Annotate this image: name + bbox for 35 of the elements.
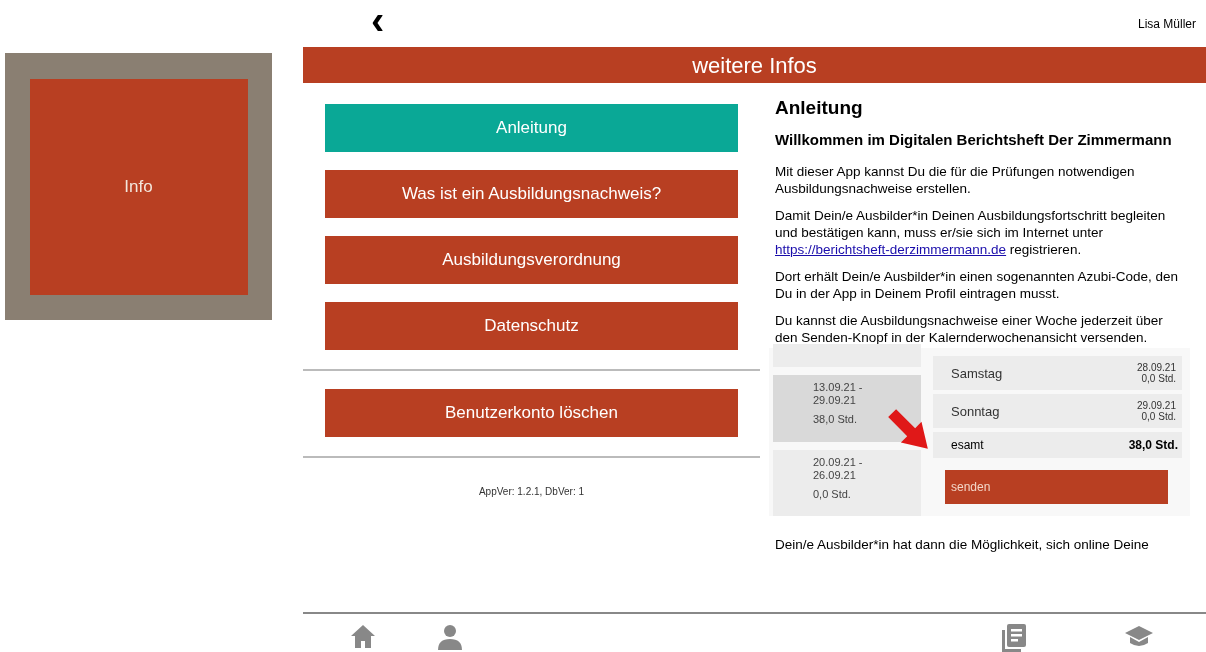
day-name: Sonntag	[951, 402, 1000, 420]
website-link[interactable]: https://berichtsheft-derzimmermann.de	[775, 242, 1007, 257]
article-title: Anleitung	[775, 99, 864, 116]
user-name: Lisa Müller	[1137, 15, 1196, 33]
article-subtitle: Willkommen im Digitalen Berichtsheft Der Zimmermann	[775, 130, 1173, 149]
paragraph: Mit dieser App kannst Du die für die Prüfungen notwendigen Ausbildungsnachweise erstellen.	[775, 163, 1136, 197]
home-icon[interactable]	[350, 624, 376, 648]
person-icon[interactable]	[438, 624, 462, 650]
back-button[interactable]: ‹	[371, 0, 385, 40]
week-range: 13.09.21 - 29.09.21	[813, 381, 864, 408]
document-stack-icon[interactable]	[1002, 624, 1026, 652]
delete-account-button[interactable]: Benutzerkonto löschen	[325, 389, 738, 437]
menu-item[interactable]: Datenschutz	[325, 302, 738, 350]
day-date: 28.09.21	[1137, 362, 1176, 373]
day-date: 29.09.21	[1137, 400, 1176, 411]
total-hours: 38,0 Std.	[1128, 436, 1178, 454]
page-header: weitere Infos	[303, 47, 1206, 83]
week-hours: 0,0 Std.	[813, 487, 852, 501]
day-hours: 0,0 Std.	[1140, 373, 1176, 384]
paragraph: Dein/e Ausbilder*in hat dann die Möglichkeit, sich online Deine	[775, 536, 1150, 553]
day-hours: 0,0 Std.	[1140, 411, 1176, 422]
day-name: Samstag	[951, 364, 1003, 382]
send-button[interactable]: senden	[945, 470, 1168, 504]
paragraph: Damit Dein/e Ausbilder*in Deinen Ausbildungsfortschritt begleiten und bestätigen kann, muss er/sie sich im Internet unter https://berichtsheft-derzimmermann.de registrieren.	[775, 207, 1167, 258]
graduation-cap-icon[interactable]	[1124, 624, 1154, 648]
paragraph: Du kannst die Ausbildungsnachweise einer Woche jederzeit über den Senden-Knopf in der Kalernderwochenansicht versenden.	[775, 312, 1164, 346]
paragraph: Dort erhält Dein/e Ausbilder*in einen sogenannten Azubi-Code, den Du in der App in Deinem Profil eintragen musst.	[775, 268, 1180, 302]
menu-item[interactable]: Anleitung	[325, 104, 738, 152]
menu-item[interactable]: Was ist ein Ausbildungsnachweis?	[325, 170, 738, 218]
week-range: 20.09.21 - 26.09.21	[813, 455, 864, 482]
total-label: esamt	[951, 436, 984, 454]
version-text: AppVer: 1.2.1, DbVer: 1	[477, 485, 586, 499]
info-tile[interactable]: Info	[29, 78, 248, 295]
week-hours: 38,0 Std.	[813, 413, 859, 427]
menu-item[interactable]: Ausbildungsverordnung	[325, 236, 738, 284]
